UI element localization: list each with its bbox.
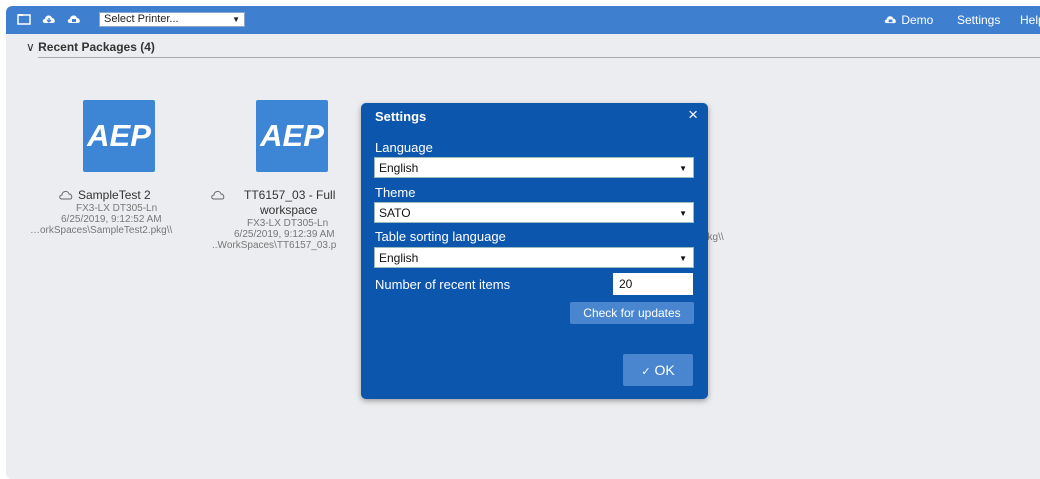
demo-link[interactable]: Demo — [883, 6, 933, 34]
package-printer: FX3-LX DT305-Ln — [76, 203, 158, 214]
printer-select-value: Select Printer... — [104, 13, 179, 25]
theme-select[interactable]: SATO ▼ — [374, 202, 694, 223]
theme-value: SATO — [379, 206, 411, 220]
package-path: …orkSpaces\SampleTest2.pkg\\ — [30, 225, 173, 236]
settings-link[interactable]: Settings — [957, 6, 1000, 34]
sorting-language-select[interactable]: English ▼ — [374, 247, 694, 268]
chevron-down-icon: ▼ — [679, 254, 687, 263]
package-name-cont: workspace — [260, 203, 318, 217]
cloud-icon — [211, 191, 225, 200]
package-name: SampleTest 2 — [78, 188, 151, 202]
package-name: TT6157_03 - Full — [244, 188, 336, 202]
package-printer: FX3-LX DT305-Ln — [247, 218, 329, 229]
cloud-icon — [59, 191, 73, 200]
chevron-down-icon: ∨ — [26, 40, 35, 54]
check-updates-button[interactable]: Check for updates — [570, 302, 694, 324]
chevron-down-icon: ▼ — [679, 164, 687, 173]
ok-button[interactable]: ✓ OK — [623, 354, 693, 386]
help-link[interactable]: Help — [1020, 6, 1040, 34]
cloud-printer-icon — [884, 16, 896, 24]
language-label: Language — [375, 140, 433, 155]
close-icon[interactable]: × — [688, 106, 698, 124]
sorting-language-value: English — [379, 251, 419, 265]
package-tile: AEP — [83, 100, 155, 172]
toolbar: Select Printer... ▼ Demo Settings Help — [6, 6, 1040, 34]
sorting-language-label: Table sorting language — [375, 229, 506, 244]
section-title: Recent Packages — [38, 40, 137, 54]
app-window: Select Printer... ▼ Demo Settings Help ∨… — [6, 6, 1040, 479]
settings-dialog: Settings × Language English ▼ Theme SATO… — [361, 103, 708, 399]
open-folder-icon[interactable] — [17, 13, 33, 27]
package-tile: AEP — [256, 100, 328, 172]
dialog-title: Settings — [375, 109, 427, 124]
demo-label: Demo — [901, 13, 934, 27]
recent-items-label: Number of recent items — [375, 277, 511, 292]
chevron-down-icon: ▼ — [679, 209, 687, 218]
check-icon: ✓ — [641, 366, 651, 378]
section-divider — [38, 57, 1040, 58]
language-select[interactable]: English ▼ — [374, 157, 694, 178]
package-path: ..WorkSpaces\TT6157_03.p — [212, 240, 337, 251]
chevron-down-icon: ▼ — [232, 15, 240, 24]
package-date: 6/25/2019, 9:12:52 AM — [61, 214, 162, 225]
section-count: (4) — [140, 40, 155, 54]
language-value: English — [379, 161, 419, 175]
theme-label: Theme — [375, 185, 416, 200]
package-date: 6/25/2019, 9:12:39 AM — [234, 229, 335, 240]
cloud-download-icon[interactable] — [41, 13, 57, 27]
cloud-printer-icon[interactable] — [66, 13, 82, 27]
ok-label: OK — [654, 362, 675, 378]
recent-items-input[interactable]: 20 — [613, 273, 693, 295]
recent-packages-header[interactable]: ∨ Recent Packages (4) — [26, 40, 155, 54]
printer-select[interactable]: Select Printer... ▼ — [99, 12, 245, 27]
